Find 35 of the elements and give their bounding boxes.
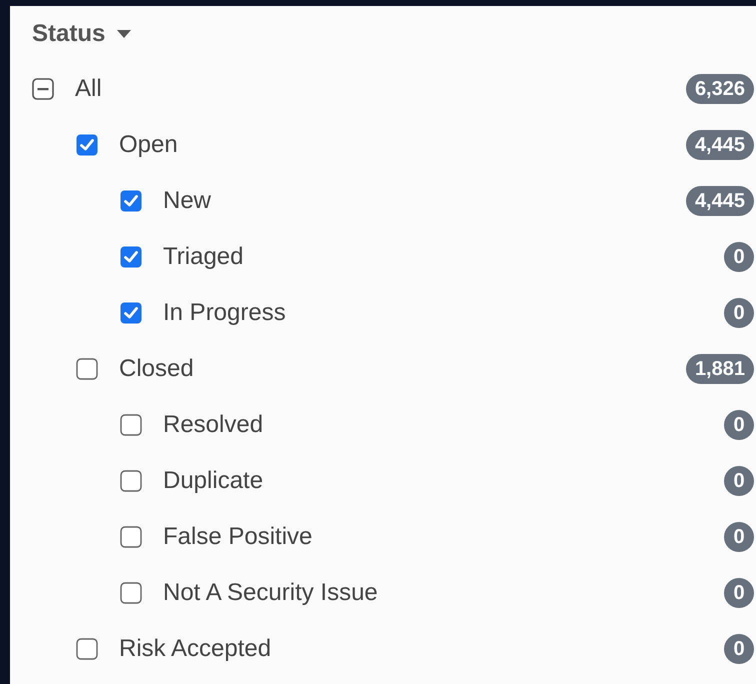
status-dropdown[interactable]: Status — [32, 16, 132, 52]
status-label: Not A Security Issue — [163, 581, 378, 605]
status-label: Resolved — [163, 413, 264, 437]
count-badge: 4,445 — [686, 130, 754, 160]
status-label: Open — [119, 133, 178, 157]
count-badge: 0 — [724, 410, 754, 440]
count-badge: 6,326 — [686, 74, 754, 104]
checkbox[interactable] — [76, 134, 98, 156]
checkbox[interactable] — [120, 582, 142, 604]
count-badge: 0 — [724, 578, 754, 608]
checkbox[interactable] — [76, 638, 98, 660]
checkbox[interactable] — [76, 358, 98, 380]
checkbox[interactable] — [120, 526, 142, 548]
status-label: All — [75, 77, 102, 101]
status-label: Closed — [119, 357, 194, 381]
status-label: New — [163, 189, 212, 213]
status-label: Risk Accepted — [119, 637, 272, 661]
checkbox[interactable] — [32, 78, 54, 100]
count-badge: 0 — [724, 298, 754, 328]
count-badge: 0 — [724, 634, 754, 664]
count-badge: 0 — [724, 522, 754, 552]
count-badge: 0 — [724, 466, 754, 496]
caret-icon — [117, 30, 132, 38]
count-badge: 0 — [724, 242, 754, 272]
checkbox[interactable] — [120, 470, 142, 492]
status-label: False Positive — [163, 525, 312, 549]
count-badge: 4,445 — [686, 186, 754, 216]
checkbox[interactable] — [120, 414, 142, 436]
count-badge: 1,881 — [686, 354, 754, 384]
checkbox[interactable] — [120, 190, 142, 212]
status-label: Triaged — [163, 245, 244, 269]
checkbox[interactable] — [120, 246, 142, 268]
status-label: Duplicate — [163, 469, 264, 493]
status-label: In Progress — [163, 301, 286, 325]
checkbox[interactable] — [120, 302, 142, 324]
